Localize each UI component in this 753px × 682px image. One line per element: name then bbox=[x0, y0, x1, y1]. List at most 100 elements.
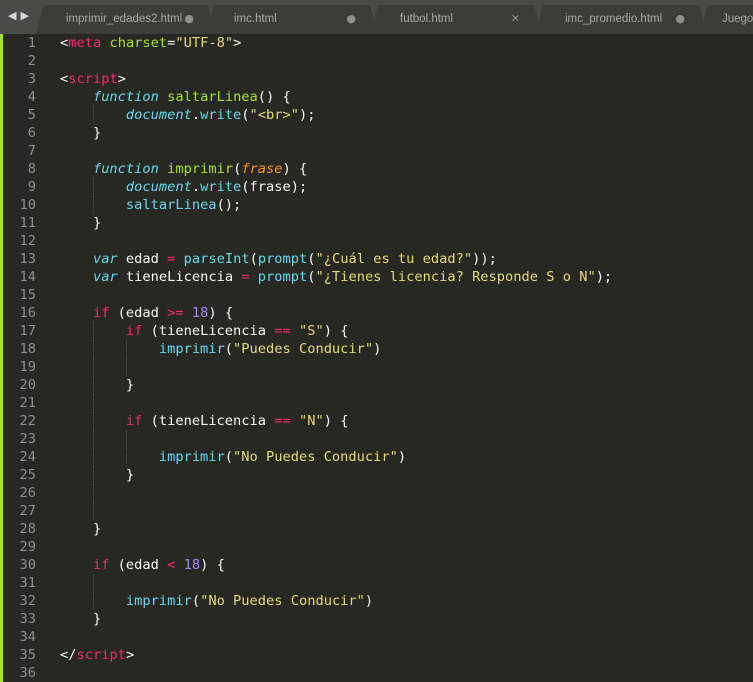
indent-guide bbox=[92, 196, 126, 214]
code-text: imprimir("Puedes Conducir") bbox=[60, 340, 381, 358]
code-line[interactable]: 3 <script> bbox=[0, 70, 753, 88]
indent-guide bbox=[92, 106, 126, 124]
indent-guide bbox=[92, 358, 126, 376]
code-line[interactable]: 19 bbox=[0, 358, 753, 376]
code-line[interactable]: 25} bbox=[0, 466, 753, 484]
code-line[interactable]: 13 var edad = parseInt(prompt("¿Cuál es t… bbox=[0, 250, 753, 268]
code-line[interactable]: 7 bbox=[0, 142, 753, 160]
code-line[interactable]: 26 bbox=[0, 484, 753, 502]
indent-guide bbox=[60, 358, 93, 376]
code-text bbox=[60, 574, 126, 592]
line-number: 23 bbox=[19, 431, 36, 447]
code-token: . bbox=[191, 107, 201, 123]
code-token: < bbox=[60, 35, 69, 51]
code-line[interactable]: 28} bbox=[0, 520, 753, 538]
code-line[interactable]: 21 bbox=[0, 394, 753, 412]
code-line[interactable]: 15 bbox=[0, 286, 753, 304]
line-number: 12 bbox=[19, 233, 36, 249]
unsaved-dot-icon[interactable]: ● bbox=[184, 12, 194, 25]
code-line[interactable]: 10 saltarLinea(); bbox=[0, 196, 753, 214]
code-line[interactable]: 9 document.write(frase); bbox=[0, 178, 753, 196]
code-line[interactable]: 11} bbox=[0, 214, 753, 232]
chevron-left-icon[interactable]: ◀ bbox=[8, 9, 16, 25]
code-line[interactable]: 33} bbox=[0, 610, 753, 628]
code-line[interactable]: 6} bbox=[0, 124, 753, 142]
code-token: ) { bbox=[200, 557, 225, 573]
unsaved-dot-icon[interactable]: ● bbox=[346, 12, 356, 25]
code-line[interactable]: 32 imprimir("No Puedes Conducir") bbox=[0, 592, 753, 610]
line-number: 7 bbox=[27, 143, 36, 159]
code-token: if bbox=[125, 413, 143, 429]
code-line[interactable]: 24 imprimir("No Puedes Conducir") bbox=[0, 448, 753, 466]
code-line[interactable]: 16 if (edad >= 18) { bbox=[0, 304, 753, 322]
tab-futbol[interactable]: futbol.html ✕ bbox=[370, 5, 542, 34]
code-line[interactable]: 12 bbox=[0, 232, 753, 250]
code-token: ( bbox=[307, 269, 316, 285]
indent-guide bbox=[60, 196, 93, 214]
code-text: if (edad >= 18) { bbox=[60, 304, 233, 322]
line-number: 15 bbox=[19, 287, 36, 303]
indent-guide bbox=[92, 592, 126, 610]
code-line[interactable]: 31 bbox=[0, 574, 753, 592]
code-line[interactable]: 17 if (tieneLicencia == "S") { bbox=[0, 322, 753, 340]
indent-guide bbox=[60, 394, 93, 412]
code-line[interactable]: 2 bbox=[0, 52, 753, 70]
tab-label: imprimir_edades2.html bbox=[66, 13, 183, 25]
code-line[interactable]: 23 bbox=[0, 430, 753, 448]
line-number: 27 bbox=[19, 503, 36, 519]
code-line[interactable]: 4 function saltarLinea() { bbox=[0, 88, 753, 106]
code-line[interactable]: 30 if (edad < 18) { bbox=[0, 556, 753, 574]
code-token: if bbox=[92, 305, 110, 321]
code-text: <meta charset="UTF-8"> bbox=[60, 34, 241, 52]
line-number: 11 bbox=[19, 215, 36, 231]
code-text: if (tieneLicencia == "N") { bbox=[60, 412, 348, 430]
code-token: (edad bbox=[109, 557, 168, 573]
tab-imc-promedio[interactable]: imc_promedio.html ● bbox=[535, 5, 707, 34]
line-number: 19 bbox=[19, 359, 36, 375]
code-token: ( bbox=[241, 107, 250, 123]
code-token: ); bbox=[299, 107, 316, 123]
indent-guide bbox=[60, 502, 93, 520]
code-token: document bbox=[125, 107, 192, 123]
code-line[interactable]: 14 var tieneLicencia = prompt("¿Tienes li… bbox=[0, 268, 753, 286]
code-line[interactable]: 35 </script> bbox=[0, 646, 753, 664]
unsaved-dot-icon[interactable]: ● bbox=[675, 12, 685, 25]
code-token: "<br>" bbox=[249, 107, 299, 123]
code-line[interactable]: 18 imprimir("Puedes Conducir") bbox=[0, 340, 753, 358]
tab-imc[interactable]: imc.html ● bbox=[206, 5, 378, 34]
indent-guide bbox=[92, 178, 126, 196]
code-token: > bbox=[117, 71, 126, 87]
tab-juego[interactable]: Juego bbox=[700, 5, 753, 34]
code-token: >= bbox=[167, 305, 184, 321]
code-line[interactable]: 20} bbox=[0, 376, 753, 394]
code-line[interactable]: 34 bbox=[0, 628, 753, 646]
code-text: document.write(frase); bbox=[60, 178, 307, 196]
code-line[interactable]: 36 bbox=[0, 664, 753, 682]
code-line[interactable]: 5 document.write("<br>"); bbox=[0, 106, 753, 124]
code-token: "N" bbox=[298, 413, 324, 429]
code-token: imprimir bbox=[158, 449, 225, 465]
code-editor[interactable]: 1 <meta charset="UTF-8"> 2 3 <script> 4 functi… bbox=[0, 34, 753, 682]
line-number: 32 bbox=[19, 593, 36, 609]
code-token: var bbox=[92, 251, 118, 267]
code-line[interactable]: 8 function imprimir(frase) { bbox=[0, 160, 753, 178]
code-text: } bbox=[60, 124, 101, 142]
chevron-right-icon[interactable]: ▶ bbox=[20, 9, 28, 25]
code-text: var tieneLicencia = prompt("¿Tienes lice… bbox=[60, 268, 612, 286]
code-line[interactable]: 29 bbox=[0, 538, 753, 556]
code-token: == bbox=[274, 323, 291, 339]
code-token: 18 bbox=[191, 305, 209, 321]
code-line[interactable]: 1 <meta charset="UTF-8"> bbox=[0, 34, 753, 52]
code-line[interactable]: 22 if (tieneLicencia == "N") { bbox=[0, 412, 753, 430]
code-line[interactable]: 27 bbox=[0, 502, 753, 520]
tab-label: Juego bbox=[722, 13, 753, 25]
code-token: function bbox=[92, 161, 159, 177]
code-token: } bbox=[92, 521, 102, 537]
tab-imprimir-edades2[interactable]: imprimir_edades2.html ● bbox=[36, 5, 216, 34]
close-icon[interactable]: ✕ bbox=[511, 12, 520, 25]
code-token: } bbox=[92, 215, 102, 231]
